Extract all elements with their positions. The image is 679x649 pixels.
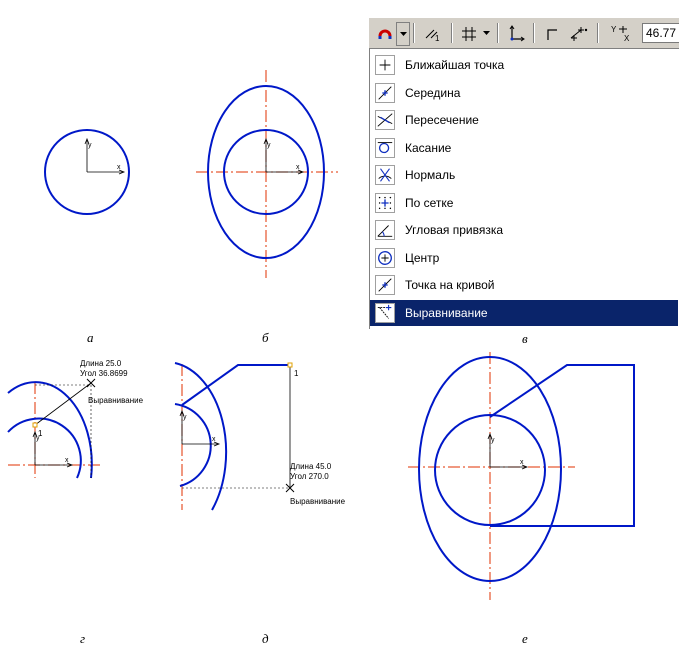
- snap-magnet-button[interactable]: [373, 22, 397, 46]
- snap-toolbar: 1 Y X 46.77: [369, 18, 679, 49]
- snap-menu: Ближайшая точка Середина Пересечение Касани…: [369, 49, 679, 329]
- local-cs-button[interactable]: 1: [419, 22, 447, 46]
- menu-item-midpoint[interactable]: Середина: [370, 80, 678, 106]
- center-icon: [375, 247, 395, 268]
- figure-g: 1 Длина 25.0 Угол 36.8699 Выравнивание: [7, 359, 144, 479]
- caption-v: в: [522, 331, 528, 346]
- menu-item-point-on-curve[interactable]: Точка на кривой: [370, 272, 678, 298]
- menu-item-normal[interactable]: Нормаль: [370, 162, 678, 188]
- snap-settings-button[interactable]: [565, 22, 593, 46]
- menu-item-label: Нормаль: [405, 168, 456, 182]
- menu-item-intersection[interactable]: Пересечение: [370, 107, 678, 133]
- caption-e: е: [522, 631, 528, 646]
- figure-g-angle: Угол 36.8699: [80, 369, 128, 378]
- figure-g-point-label: 1: [38, 429, 43, 438]
- figure-a: [44, 129, 130, 215]
- chevron-down-icon: [399, 32, 407, 36]
- figure-d-construction-line: [181, 364, 290, 406]
- menu-item-label: Середина: [405, 85, 461, 100]
- coordinate-input[interactable]: 46.77: [642, 23, 679, 43]
- figure-e: [408, 352, 635, 600]
- menu-item-label: По сетке: [405, 195, 454, 210]
- figure-d-length: Длина 45.0: [290, 462, 332, 471]
- chevron-down-icon: [482, 31, 490, 35]
- grid-dropdown[interactable]: [481, 22, 491, 44]
- figure-d-inner-arc: [174, 403, 212, 487]
- svg-text:Y: Y: [611, 25, 617, 34]
- figure-d-mode: Выравнивание: [290, 497, 346, 506]
- coordinates-icon: Y X: [611, 25, 630, 42]
- figure-g-outer-arc: [7, 381, 93, 479]
- grid-button[interactable]: [457, 22, 481, 46]
- figure-d-angle: Угол 270.0: [290, 472, 329, 481]
- menu-item-label: Выравнивание: [405, 305, 488, 320]
- menu-item-label: Ближайшая точка: [405, 58, 505, 72]
- figure-g-inner-arc: [7, 417, 82, 479]
- grid-icon: [462, 27, 476, 41]
- axes-icon: [509, 25, 525, 42]
- menu-item-grid-snap[interactable]: По сетке: [370, 190, 678, 216]
- caption-a: а: [87, 330, 94, 345]
- orthogonal-button[interactable]: [503, 22, 529, 46]
- menu-item-label: Центр: [405, 250, 440, 265]
- local-cs-icon: 1: [425, 29, 440, 42]
- midpoint-icon: [375, 82, 395, 103]
- ortho-mode-button[interactable]: [541, 22, 565, 46]
- nearest-point-icon: [375, 55, 395, 75]
- menu-item-label: Пересечение: [405, 113, 479, 127]
- grid-snap-icon: [375, 192, 395, 213]
- svg-text:X: X: [624, 34, 630, 42]
- intersection-icon: [375, 110, 395, 130]
- snap-dropdown-button[interactable]: [396, 22, 410, 46]
- menu-item-nearest-point[interactable]: Ближайшая точка: [370, 52, 678, 78]
- menu-item-center[interactable]: Центр: [370, 245, 678, 271]
- point-on-curve-icon: [375, 275, 395, 295]
- menu-item-tangent[interactable]: Касание: [370, 135, 678, 161]
- coord-label: Y X: [603, 22, 639, 44]
- menu-item-label: Угловая привязка: [405, 223, 504, 237]
- figure-b: [196, 70, 338, 278]
- figure-d-point-label: 1: [294, 369, 299, 378]
- alignment-icon: [375, 302, 395, 323]
- menu-item-label: Точка на кривой: [405, 278, 495, 292]
- ortho-icon: [547, 29, 557, 40]
- angle-snap-icon: [375, 220, 395, 240]
- magnet-icon: [378, 29, 392, 39]
- menu-item-label: Касание: [405, 140, 452, 155]
- normal-icon: [375, 165, 395, 185]
- menu-item-angle-snap[interactable]: Угловая привязка: [370, 217, 678, 243]
- figure-g-length: Длина 25.0: [80, 359, 122, 368]
- tangent-icon: [375, 137, 395, 158]
- caption-d: д: [262, 631, 269, 646]
- menu-item-alignment[interactable]: Выравнивание: [370, 299, 678, 326]
- caption-b: б: [262, 330, 269, 345]
- figure-e-contour: [489, 364, 635, 527]
- snap-points-icon: [570, 27, 588, 41]
- svg-text:1: 1: [435, 34, 440, 42]
- figure-g-mode: Выравнивание: [88, 396, 144, 405]
- caption-g: г: [80, 631, 86, 646]
- figure-d: 1 Длина 45.0 Угол 270.0 Выравнивание: [174, 362, 346, 511]
